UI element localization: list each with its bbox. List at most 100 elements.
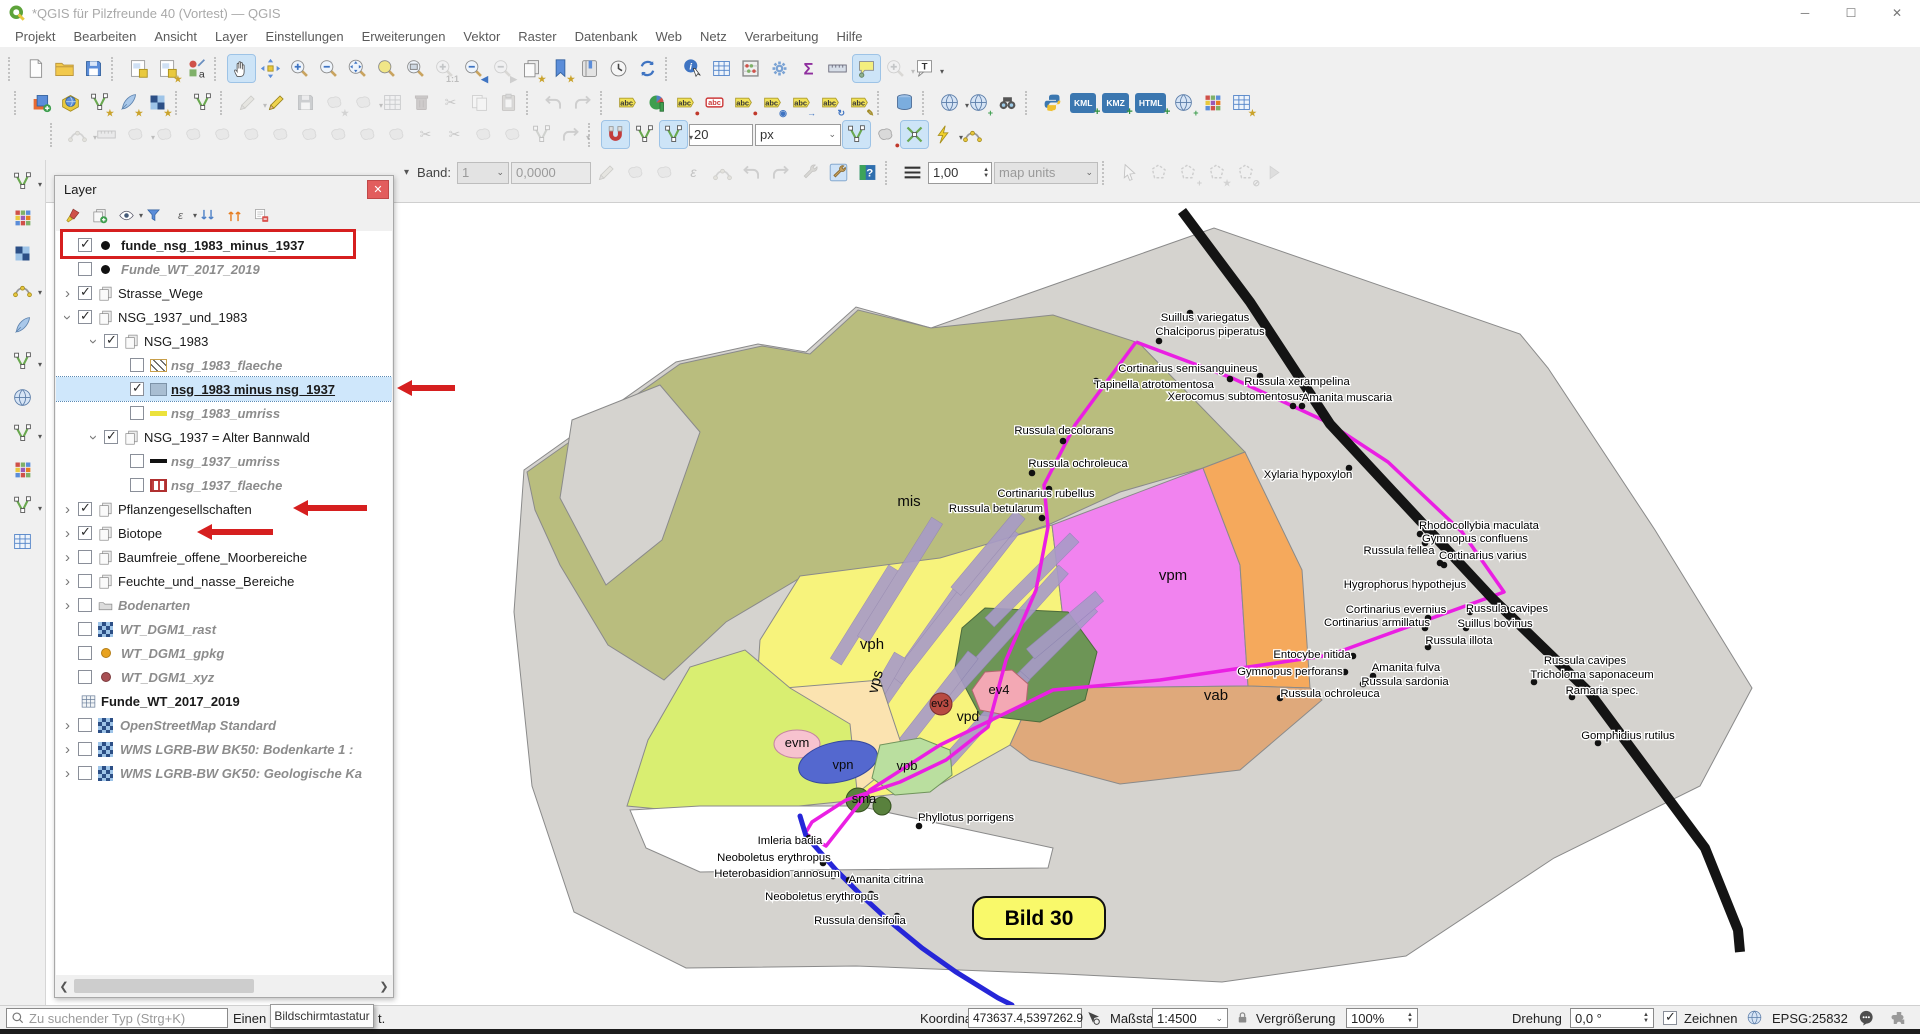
layer-checkbox[interactable] (78, 574, 92, 588)
remove-layer-button[interactable] (250, 204, 272, 226)
species-dot (1060, 438, 1067, 445)
red-point-icon (101, 672, 111, 682)
collapse-all-button[interactable] (223, 204, 245, 226)
magnifier-spin[interactable]: 100%▲▼ (1346, 1008, 1418, 1028)
layer-checkbox[interactable] (78, 598, 92, 612)
expander-icon[interactable]: › (60, 549, 75, 566)
filter-legend-button[interactable] (142, 204, 164, 226)
region-label: sma (852, 791, 877, 806)
layer-label: Biotope (118, 526, 162, 541)
layer-item[interactable]: ›WMS LGRB-BW GK50: Geologische Ka (56, 761, 392, 785)
layer-checkbox[interactable] (78, 742, 92, 756)
layer-item[interactable]: WT_DGM1_rast (56, 617, 392, 641)
layer-checkbox[interactable] (78, 310, 92, 324)
layer-checkbox[interactable] (78, 646, 92, 660)
layer-checkbox[interactable] (78, 550, 92, 564)
scroll-left-button[interactable]: ❮ (56, 977, 72, 995)
layer-item[interactable]: Funde_WT_2017_2019 (56, 257, 392, 281)
expand-all-button[interactable] (196, 204, 218, 226)
layer-item[interactable]: nsg_1937_umriss (56, 449, 392, 473)
layer-item[interactable]: WT_DGM1_gpkg (56, 641, 392, 665)
layer-checkbox[interactable] (78, 718, 92, 732)
expander-icon[interactable]: › (60, 501, 75, 518)
lock-scale-icon[interactable] (1235, 1010, 1250, 1025)
layer-item[interactable]: ›NSG_1983 (56, 329, 392, 353)
expander-icon[interactable]: › (85, 430, 102, 445)
layer-item[interactable]: ›Bodenarten (56, 593, 392, 617)
layer-checkbox[interactable] (130, 454, 144, 468)
expander-icon[interactable]: › (60, 765, 75, 782)
addgroup-icon (91, 207, 108, 224)
species-label: Cortinarius armillatus (1324, 617, 1430, 629)
layer-item[interactable]: nsg_1937_flaeche (56, 473, 392, 497)
search-placeholder: Zu suchender Typ (Strg+K) (29, 1011, 185, 1026)
expander-icon[interactable]: › (60, 741, 75, 758)
render-checkbox[interactable] (1660, 1008, 1680, 1028)
layer-checkbox[interactable] (130, 406, 144, 420)
group-icon (123, 429, 140, 446)
expander-icon[interactable]: › (60, 573, 75, 590)
search-icon (11, 1011, 25, 1025)
layer-checkbox[interactable] (104, 334, 118, 348)
layer-panel[interactable]: Layer ✕ ▾▾ funde_nsg_1983_minus_1937Fund… (54, 175, 394, 998)
species-dot (1441, 562, 1448, 569)
layer-tree: funde_nsg_1983_minus_1937Funde_WT_2017_2… (56, 231, 392, 975)
layer-item[interactable]: ›NSG_1937 = Alter Bannwald (56, 425, 392, 449)
scrollbar-thumb[interactable] (74, 979, 254, 993)
messages-icon[interactable] (1858, 1009, 1876, 1027)
layer-checkbox[interactable] (78, 262, 92, 276)
layer-checkbox[interactable] (104, 430, 118, 444)
expander-icon[interactable]: › (60, 525, 75, 542)
scale-combo[interactable]: 1:4500⌄ (1152, 1008, 1228, 1028)
layer-item[interactable]: ›OpenStreetMap Standard (56, 713, 392, 737)
open-layer-styling-button[interactable] (61, 204, 83, 226)
expander-icon[interactable]: › (60, 717, 75, 734)
layer-item[interactable]: nsg_1983_umriss (56, 401, 392, 425)
expander-icon[interactable]: › (59, 310, 76, 325)
mouse-extent-icon[interactable] (1085, 1010, 1101, 1026)
rotation-spin[interactable]: 0,0 °▲▼ (1570, 1008, 1654, 1028)
layer-checkbox[interactable] (78, 526, 92, 540)
species-label: Chalciporus piperatus (1155, 326, 1265, 338)
layer-checkbox[interactable] (130, 382, 144, 396)
expander-icon[interactable]: › (60, 597, 75, 614)
filter-by-expression-button[interactable]: ▾ (169, 204, 191, 226)
layer-item[interactable]: ›Strasse_Wege (56, 281, 392, 305)
group-icon (97, 285, 114, 302)
manage-map-themes-button[interactable]: ▾ (115, 204, 137, 226)
layer-panel-toolbar: ▾▾ (55, 202, 393, 228)
expander-icon[interactable]: › (85, 334, 102, 349)
layer-item[interactable]: nsg_1983_flaeche (56, 353, 392, 377)
expander-icon[interactable]: › (60, 285, 75, 302)
species-label: Xylaria hypoxylon (1264, 469, 1353, 481)
layer-panel-scrollbar[interactable]: ❮ ❯ (56, 976, 392, 996)
layer-item[interactable]: ›Baumfreie_offene_Moorbereiche (56, 545, 392, 569)
crs-value[interactable]: EPSG:25832 (1772, 1008, 1848, 1028)
layer-item[interactable]: Funde_WT_2017_2019 (56, 689, 392, 713)
layer-item[interactable]: ›NSG_1937_und_1983 (56, 305, 392, 329)
layer-label: Pflanzengesellschaften (118, 502, 252, 517)
layer-item[interactable]: ›Feuchte_und_nasse_Bereiche (56, 569, 392, 593)
add-group-button[interactable] (88, 204, 110, 226)
crs-globe-icon[interactable] (1746, 1009, 1763, 1026)
layer-checkbox[interactable] (130, 478, 144, 492)
layer-item[interactable]: WT_DGM1_xyz (56, 665, 392, 689)
scroll-right-button[interactable]: ❯ (376, 977, 392, 995)
search-input[interactable]: Zu suchender Typ (Strg+K) (6, 1008, 228, 1028)
layer-checkbox[interactable] (78, 502, 92, 516)
layer-checkbox[interactable] (78, 286, 92, 300)
layer-checkbox[interactable] (78, 670, 92, 684)
species-label: Ramaria spec. (1566, 685, 1639, 697)
tasks-icon[interactable] (1890, 1009, 1908, 1027)
layer-item[interactable]: nsg_1983 minus nsg_1937 (56, 377, 392, 401)
layer-panel-close-button[interactable]: ✕ (367, 180, 389, 199)
layer-label: nsg_1983 minus nsg_1937 (171, 382, 335, 397)
layer-item[interactable]: ›WMS LGRB-BW BK50: Bodenkarte 1 : (56, 737, 392, 761)
layer-checkbox[interactable] (130, 358, 144, 372)
layer-label: Funde_WT_2017_2019 (121, 262, 260, 277)
layer-panel-titlebar[interactable]: Layer ✕ (55, 176, 393, 202)
layer-label: WT_DGM1_rast (120, 622, 216, 637)
coordinate-input[interactable]: 473637.4,5397262.9 (968, 1008, 1082, 1028)
layer-checkbox[interactable] (78, 766, 92, 780)
layer-checkbox[interactable] (78, 622, 92, 636)
